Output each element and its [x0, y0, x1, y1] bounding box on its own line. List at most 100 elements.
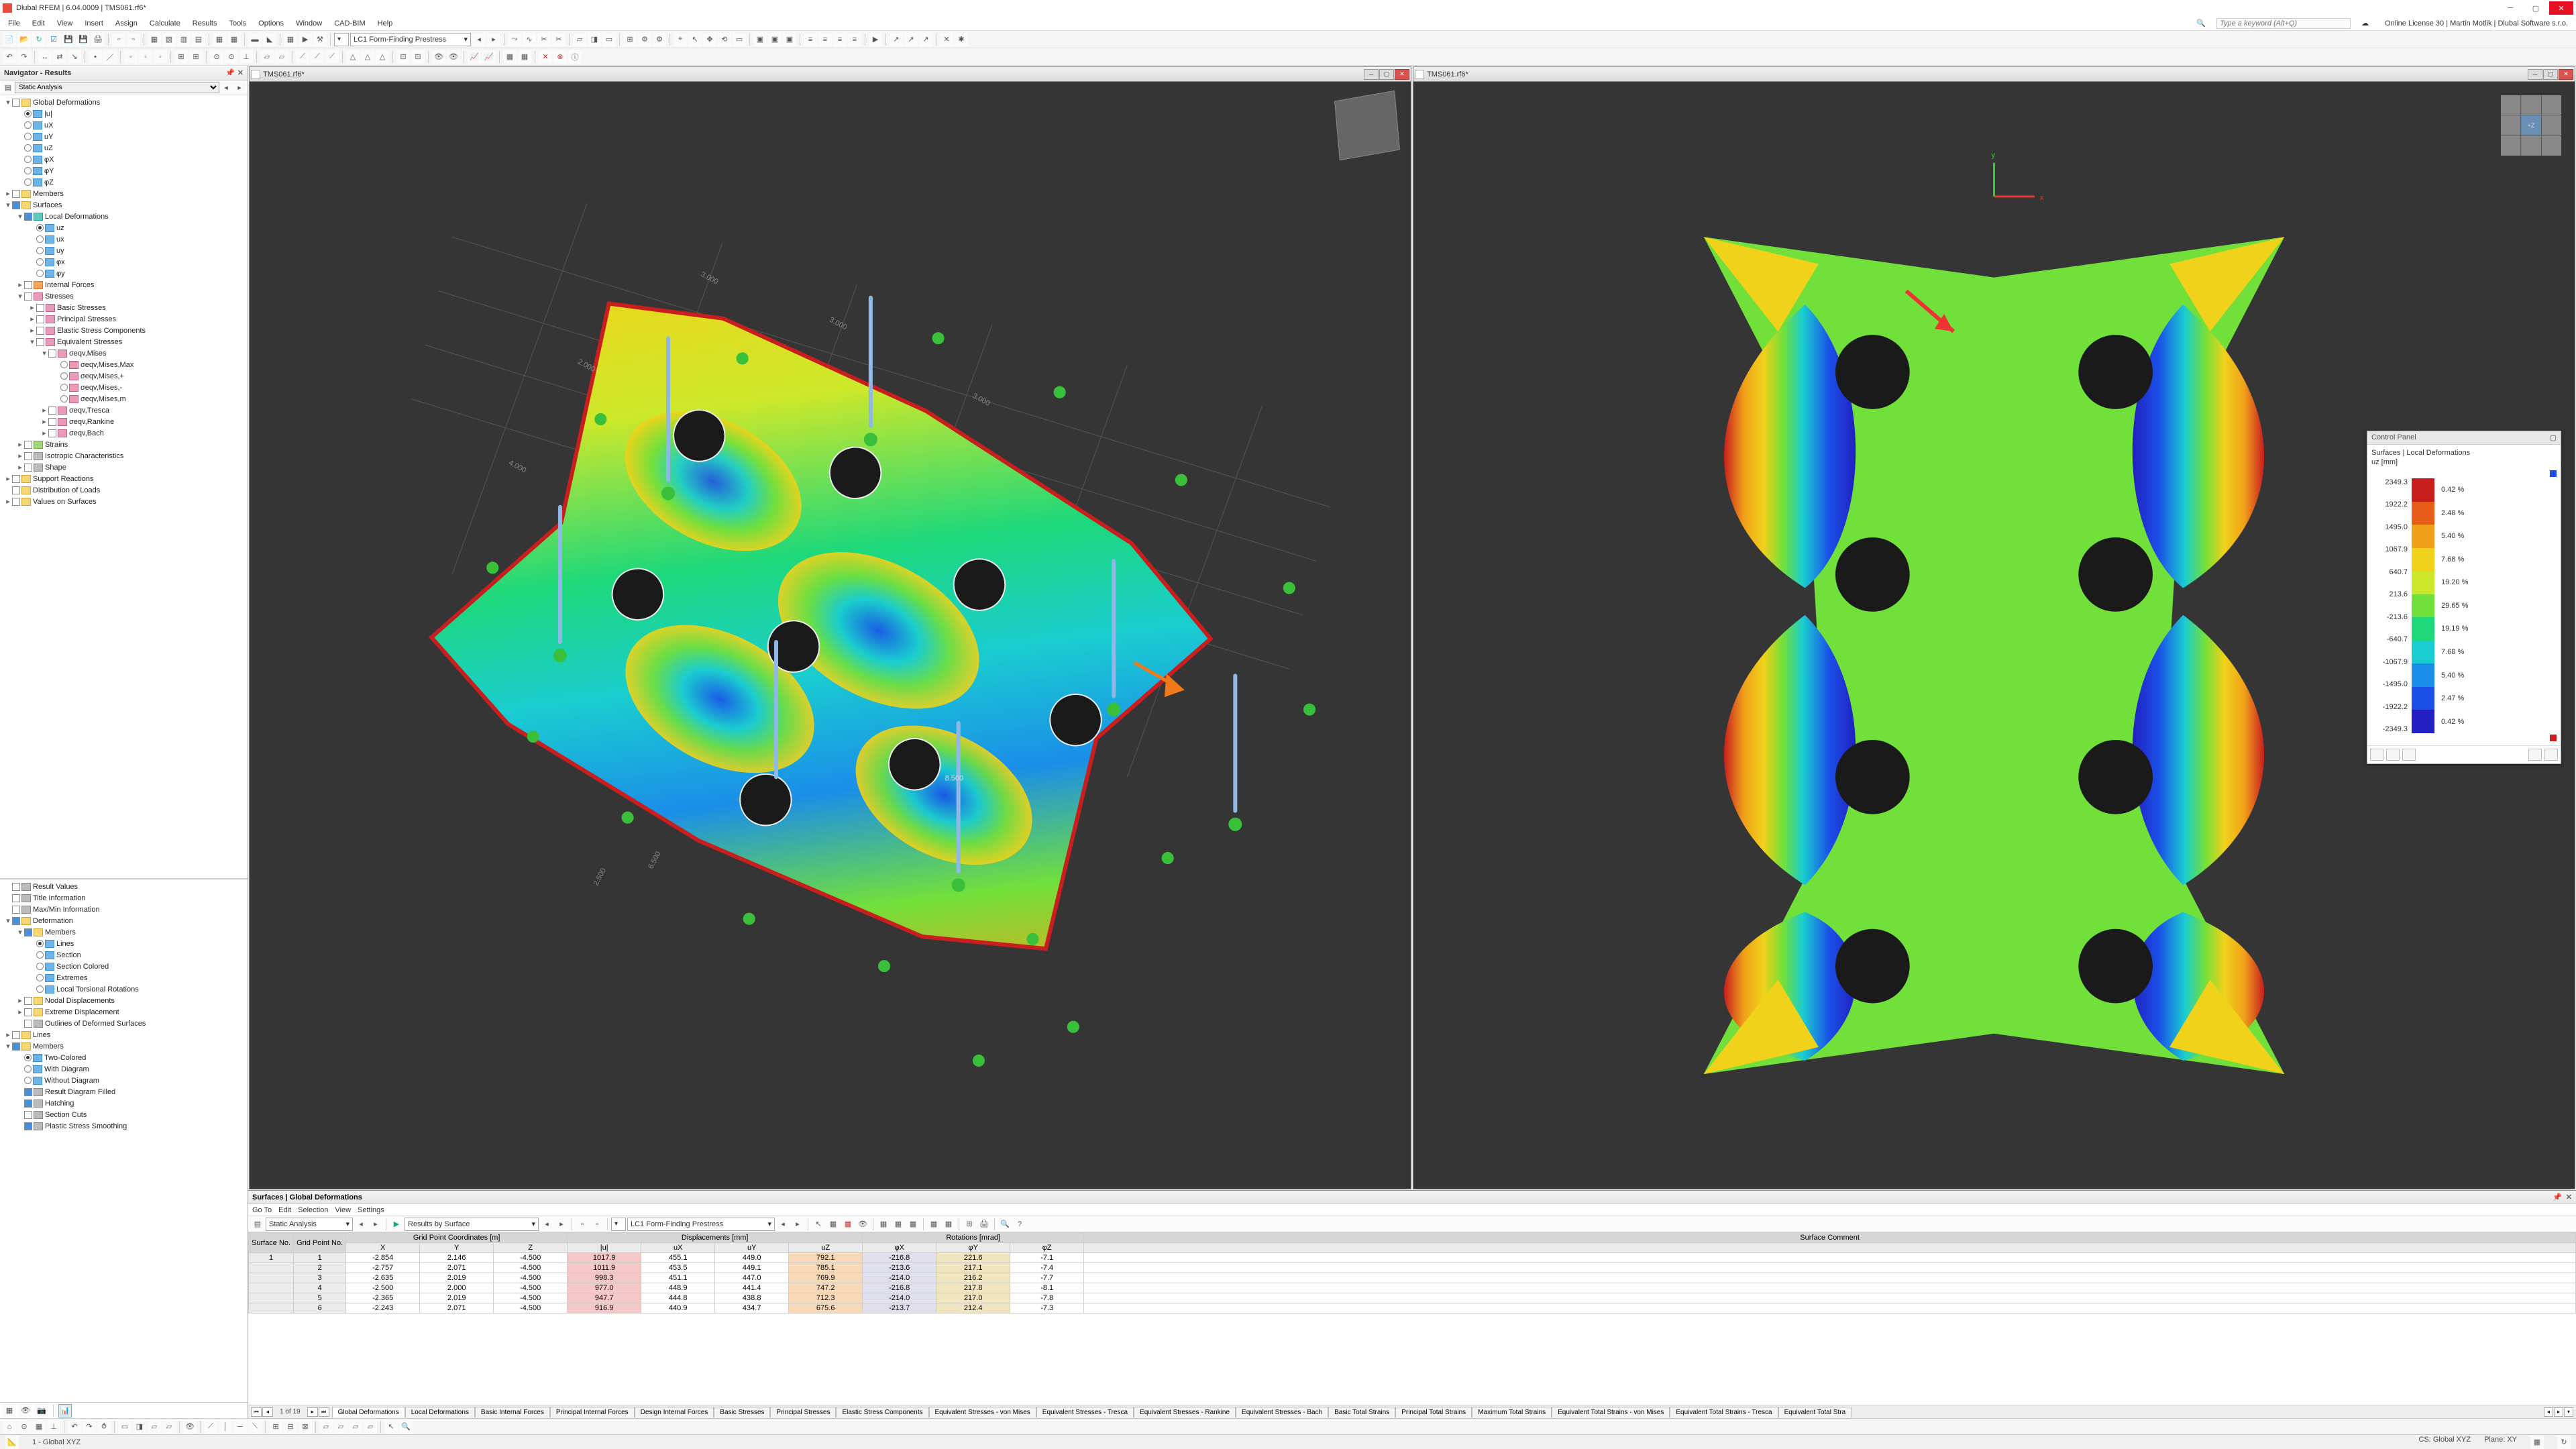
- tb2-zoom-icon[interactable]: 🔍: [399, 1420, 413, 1434]
- viewport-left-maximize[interactable]: ▢: [1379, 69, 1394, 80]
- menu-view[interactable]: View: [52, 19, 78, 28]
- window-tile-icon[interactable]: ▦: [148, 33, 161, 46]
- tb2-sm-icon[interactable]: ▱: [162, 1420, 176, 1434]
- doc-a-icon[interactable]: ▫: [112, 33, 125, 46]
- redo-icon[interactable]: ↷: [17, 50, 31, 64]
- table-row[interactable]: 5-2.3652.019-4.500947.7444.8438.8712.3-2…: [249, 1293, 2576, 1303]
- bp-lc-short[interactable]: ▾: [611, 1218, 626, 1231]
- tb2-v3-icon[interactable]: ─: [233, 1420, 247, 1434]
- bp-filter-b-icon[interactable]: ▦: [841, 1218, 855, 1231]
- tree-node[interactable]: ▸Principal Stresses: [0, 313, 248, 325]
- del-b-icon[interactable]: ⊗: [553, 50, 567, 64]
- tree-node[interactable]: ▸Lines: [0, 1029, 248, 1040]
- control-panel-close-icon[interactable]: ▢: [2550, 433, 2557, 442]
- tree-node[interactable]: ▸Values on Surfaces: [0, 496, 248, 507]
- bp-results-icon[interactable]: ▶: [390, 1218, 403, 1231]
- tree-node[interactable]: φZ: [0, 176, 248, 188]
- bp-lc-next-icon[interactable]: ▸: [791, 1218, 804, 1231]
- tree-node[interactable]: uX: [0, 119, 248, 131]
- tb2-v2-icon[interactable]: │: [219, 1420, 232, 1434]
- results-tab[interactable]: Local Deformations: [405, 1407, 475, 1417]
- tree-node[interactable]: ▸σeqv,Tresca: [0, 405, 248, 416]
- results-tab[interactable]: Basic Stresses: [714, 1407, 770, 1417]
- bp-rb-next-icon[interactable]: ▸: [555, 1218, 568, 1231]
- tree-node[interactable]: Section: [0, 949, 248, 961]
- bp-panel-b-icon[interactable]: ▫: [590, 1218, 604, 1231]
- bp-pick-icon[interactable]: ↖: [812, 1218, 825, 1231]
- ts-next-icon[interactable]: ▸: [307, 1407, 318, 1417]
- node-c-icon[interactable]: ◦: [154, 50, 167, 64]
- plane-b-icon[interactable]: ▱: [275, 50, 288, 64]
- table-icon[interactable]: ▦: [284, 33, 297, 46]
- bp-print-icon[interactable]: 🖨: [977, 1218, 991, 1231]
- menu-assign[interactable]: Assign: [110, 19, 143, 28]
- ortho-icon[interactable]: ⊥: [239, 50, 253, 64]
- sb-grid-icon[interactable]: ▦: [2530, 1436, 2544, 1449]
- select-icon[interactable]: ▭: [733, 33, 746, 46]
- cp-btn-e-icon[interactable]: [2544, 749, 2558, 761]
- save-all-icon[interactable]: 💾: [76, 33, 90, 46]
- menu-edit[interactable]: Edit: [27, 19, 50, 28]
- tree-node[interactable]: ▸Strains: [0, 439, 248, 450]
- orientation-cube-icon[interactable]: +Z: [2501, 95, 2561, 156]
- align-c-icon[interactable]: ≡: [833, 33, 847, 46]
- play-icon[interactable]: ▶: [869, 33, 882, 46]
- results-tab[interactable]: Equivalent Stresses - Tresca: [1036, 1407, 1134, 1417]
- tree-node[interactable]: Without Diagram: [0, 1075, 248, 1086]
- line-icon[interactable]: ／: [103, 50, 117, 64]
- tree-node[interactable]: Outlines of Deformed Surfaces: [0, 1018, 248, 1029]
- tb2-cp3-icon[interactable]: ▱: [349, 1420, 362, 1434]
- display-tree[interactable]: Result ValuesTitle InformationMax/Min In…: [0, 879, 248, 1402]
- tree-node[interactable]: ▸Nodal Displacements: [0, 995, 248, 1006]
- show-icon[interactable]: 👁: [447, 50, 460, 64]
- export-b-icon[interactable]: ↗: [904, 33, 918, 46]
- navigator-pin-icon[interactable]: 📌: [225, 68, 235, 77]
- nav-mode-icon[interactable]: ▤: [1, 81, 15, 95]
- tree-node[interactable]: ▸Support Reactions: [0, 473, 248, 484]
- ts-first-icon[interactable]: ⏮: [251, 1407, 262, 1417]
- tree-node[interactable]: σeqv,Mises,m: [0, 393, 248, 405]
- tree-node[interactable]: φy: [0, 268, 248, 279]
- sup-c-icon[interactable]: △: [376, 50, 389, 64]
- bp-menu-selection[interactable]: Selection: [298, 1206, 328, 1214]
- menu-help[interactable]: Help: [372, 19, 398, 28]
- tree-node[interactable]: φY: [0, 165, 248, 176]
- orientation-cube-icon[interactable]: [1334, 91, 1400, 160]
- beam-icon[interactable]: ▬: [248, 33, 262, 46]
- ts-scroll-right-icon[interactable]: ▸: [2554, 1407, 2563, 1417]
- calc-icon[interactable]: ⚙: [638, 33, 651, 46]
- tb2-s1-icon[interactable]: ⊞: [269, 1420, 282, 1434]
- bp-mode-icon[interactable]: ▤: [251, 1218, 264, 1231]
- window-minimize-button[interactable]: ─: [2498, 1, 2522, 15]
- pt-icon[interactable]: •: [89, 50, 102, 64]
- ts-prev-icon[interactable]: ◂: [262, 1407, 273, 1417]
- link-icon[interactable]: ⇄: [53, 50, 66, 64]
- search-input[interactable]: [2216, 18, 2351, 29]
- viewport-right-canvas[interactable]: x y: [1413, 82, 2575, 1189]
- view-a-icon[interactable]: ▣: [753, 33, 767, 46]
- tree-node[interactable]: ▾Equivalent Stresses: [0, 336, 248, 347]
- tree-node[interactable]: Local Torsional Rotations: [0, 983, 248, 995]
- menu-cad-bim[interactable]: CAD-BIM: [329, 19, 370, 28]
- tree-node[interactable]: uZ: [0, 142, 248, 154]
- navigator-close-icon[interactable]: ✕: [237, 68, 244, 77]
- bp-grid-c-icon[interactable]: ▦: [906, 1218, 920, 1231]
- viewport-left-canvas[interactable]: 3.0003.0003.000 2.0004.000 6.500 2.500 8…: [250, 82, 1411, 1189]
- undo-icon[interactable]: ↶: [3, 50, 16, 64]
- modules-icon[interactable]: ⊞: [623, 33, 637, 46]
- cursor-icon[interactable]: ↖: [688, 33, 702, 46]
- mesh-icon[interactable]: ▦: [503, 50, 517, 64]
- rotate-icon[interactable]: ⟲: [718, 33, 731, 46]
- tree-node[interactable]: Lines: [0, 938, 248, 949]
- tree-node[interactable]: ▾Stresses: [0, 290, 248, 302]
- tree-node[interactable]: |u|: [0, 108, 248, 119]
- results-tree[interactable]: ▾Global Deformations|u|uXuYuZφXφYφZ▸Memb…: [0, 95, 248, 879]
- results-tab[interactable]: Basic Internal Forces: [475, 1407, 550, 1417]
- search-icon[interactable]: 🔍: [2191, 19, 2211, 28]
- bp-color-b-icon[interactable]: ▦: [942, 1218, 955, 1231]
- viewport-left-minimize[interactable]: ─: [1364, 69, 1379, 80]
- window-horiz-icon[interactable]: ▤: [192, 33, 205, 46]
- nav-mode-select[interactable]: Static Analysis: [15, 82, 219, 93]
- bp-help-icon[interactable]: ?: [1013, 1218, 1026, 1231]
- tree-node[interactable]: Result Diagram Filled: [0, 1086, 248, 1097]
